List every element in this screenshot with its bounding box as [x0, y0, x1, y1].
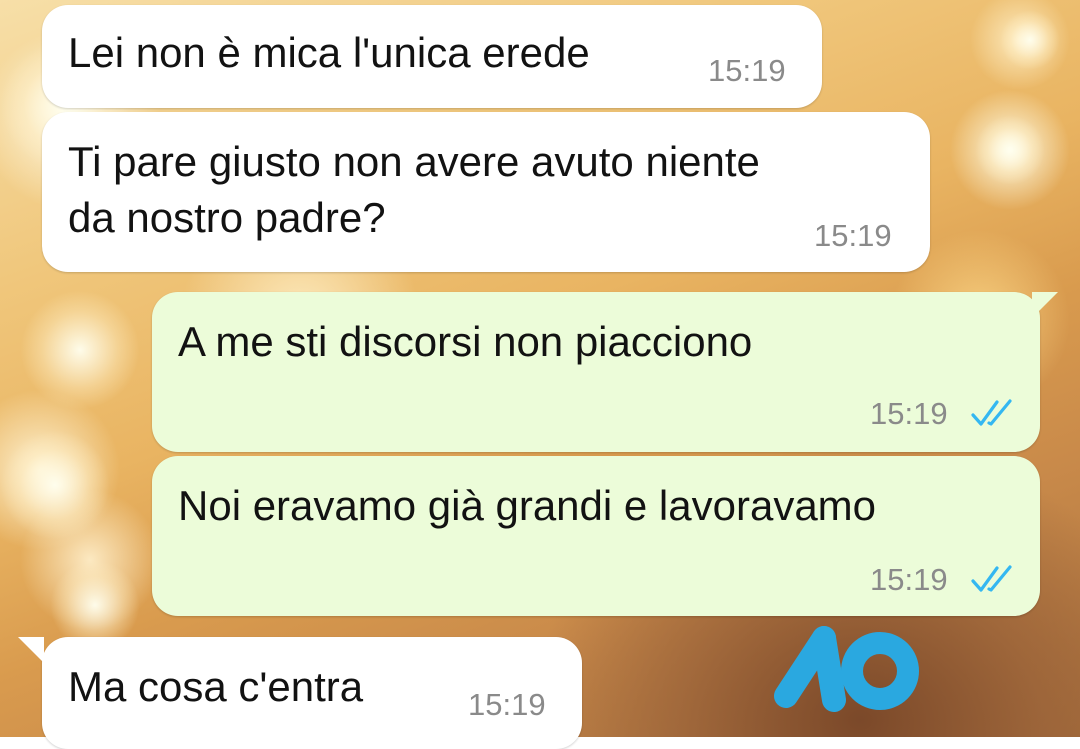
message-bubble-incoming[interactable]: Ti pare giusto non avere avuto niente da… [42, 112, 930, 272]
message-text: Lei non è mica l'unica erede [68, 29, 590, 76]
message-timestamp: 15:19 [708, 53, 786, 88]
message-timestamp: 15:19 [870, 396, 948, 431]
message-bubble-incoming[interactable]: Lei non è mica l'unica erede 15:19 [42, 5, 822, 108]
bokeh-light [20, 290, 140, 410]
bokeh-light [1000, 10, 1060, 70]
bubble-tail [18, 637, 44, 663]
read-receipt-icon [971, 399, 1012, 426]
bokeh-light [0, 430, 110, 540]
read-receipt-icon [971, 565, 1012, 592]
message-timestamp: 15:19 [814, 218, 892, 253]
logo-10-icon [774, 626, 919, 712]
message-text: A me sti discorsi non piacciono [178, 318, 753, 365]
message-timestamp: 15:19 [870, 562, 948, 597]
message-text: Noi eravamo già grandi e lavoravamo [178, 482, 877, 529]
message-bubble-outgoing[interactable]: Noi eravamo già grandi e lavoravamo 15:1… [152, 456, 1040, 616]
message-timestamp: 15:19 [468, 687, 546, 722]
message-bubble-outgoing[interactable]: A me sti discorsi non piacciono 15:19 [152, 292, 1040, 452]
bubble-tail [1032, 292, 1058, 318]
message-text: Ti pare giusto non avere avuto niente da… [68, 138, 760, 241]
bokeh-light [975, 115, 1045, 185]
message-bubble-incoming[interactable]: Ma cosa c'entra 15:19 [42, 637, 582, 749]
message-text: Ma cosa c'entra [68, 663, 364, 710]
